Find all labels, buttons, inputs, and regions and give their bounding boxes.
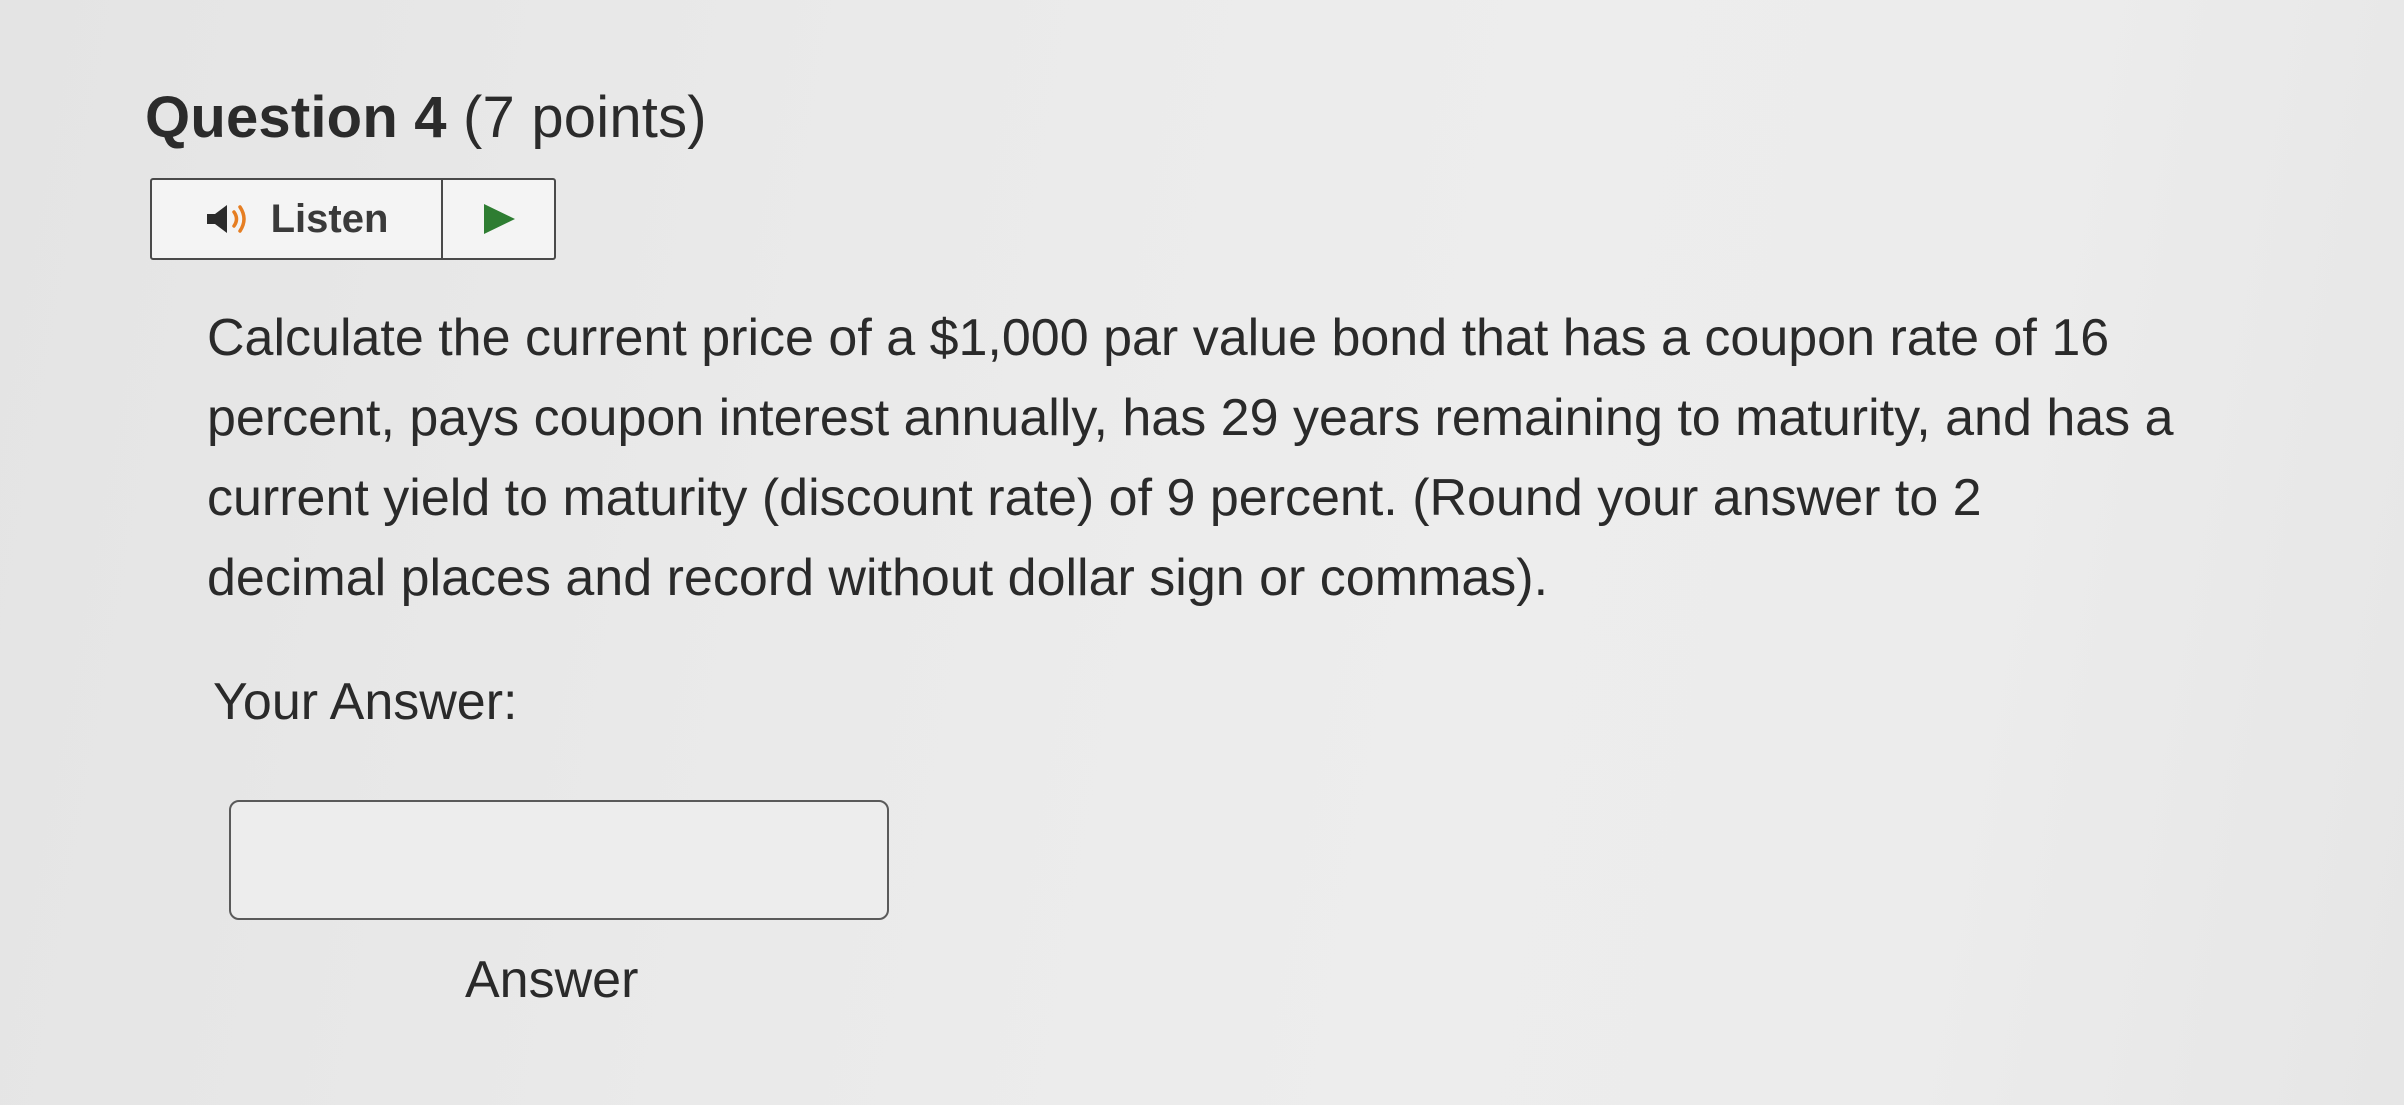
answer-input[interactable] (229, 800, 889, 920)
question-number: Question 4 (145, 85, 447, 150)
question-title: Question 4 (7 points) (145, 84, 707, 151)
your-answer-label: Your Answer: (213, 673, 518, 731)
question-text-line: Calculate the current price of a $1,000 … (207, 309, 2110, 367)
question-points: (7 points) (463, 85, 707, 150)
listen-button[interactable]: Listen (152, 180, 443, 258)
listen-widget: Listen (150, 178, 556, 260)
play-button[interactable] (443, 180, 554, 258)
question-text-line: decimal places and record without dollar… (207, 549, 1549, 607)
play-icon (483, 204, 515, 234)
question-text: Calculate the current price of a $1,000 … (207, 298, 2387, 618)
listen-label: Listen (270, 196, 389, 241)
question-text-line: percent, pays coupon interest annually, … (207, 389, 2174, 447)
question-text-line: current yield to maturity (discount rate… (207, 469, 1982, 527)
answer-caption: Answer (465, 951, 639, 1009)
speaker-icon (206, 205, 246, 233)
